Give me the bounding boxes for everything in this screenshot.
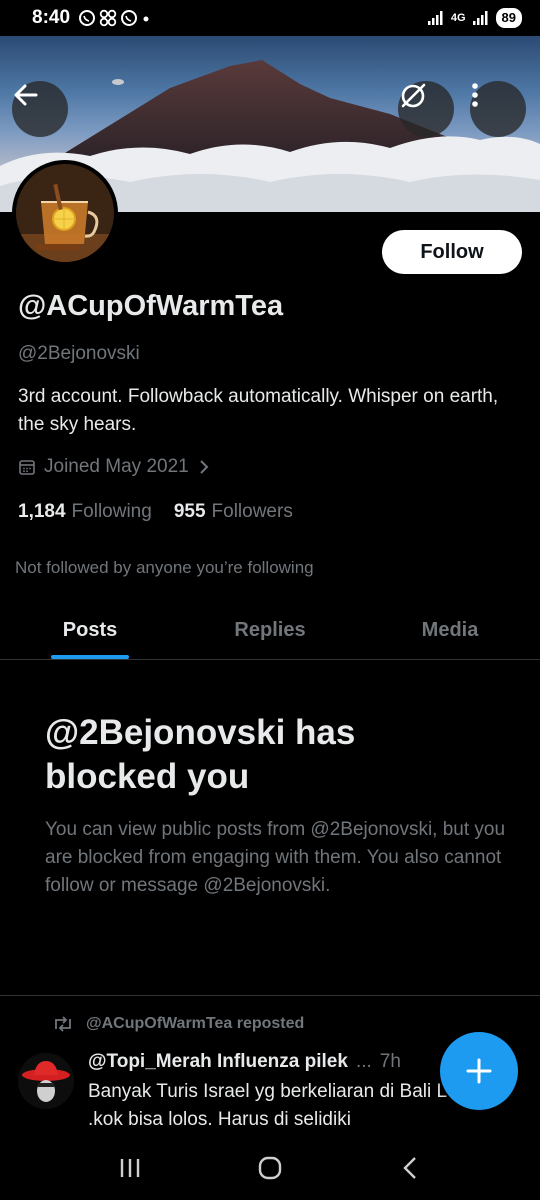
unmute-button[interactable] (398, 81, 454, 137)
joined-date-row[interactable]: Joined May 2021 (18, 456, 211, 478)
status-bar: 8:40 4G 89 (0, 0, 540, 36)
followers-stat[interactable]: 955 Followers (174, 501, 293, 523)
chevron-right-icon (200, 460, 209, 474)
recent-apps-icon (120, 1159, 140, 1177)
recent-apps-button[interactable] (100, 1148, 160, 1188)
display-name: @ACupOfWarmTea (18, 290, 284, 322)
post-header: @Topi_Merah Influenza pilek ... 7h (88, 1051, 401, 1073)
tea-cup-image (16, 164, 114, 262)
profile-tabs: Posts Replies Media (0, 602, 540, 660)
tab-media[interactable]: Media (360, 602, 540, 659)
unmute-icon (401, 83, 426, 108)
back-chevron-icon (403, 1157, 416, 1179)
back-nav-button[interactable] (380, 1148, 440, 1188)
active-tab-indicator (51, 655, 129, 659)
calendar-icon (19, 460, 35, 475)
followers-count: 955 (173, 501, 206, 522)
back-arrow-icon (14, 84, 38, 106)
whatsapp-icon (121, 10, 138, 26)
back-button[interactable] (12, 81, 68, 137)
repost-label: @ACupOfWarmTea reposted (86, 1015, 305, 1032)
whatsapp-icon (79, 10, 96, 26)
network-type: 4G (450, 12, 466, 24)
blocked-title: @2Bejonovski has blocked you (45, 713, 356, 796)
following-label: Following (71, 501, 152, 522)
signal-icon (472, 11, 488, 25)
section-divider (0, 995, 540, 996)
red-hat-image (18, 1053, 74, 1109)
notification-icons (78, 9, 151, 27)
more-options-button[interactable] (470, 81, 526, 137)
status-right: 4G 89 (427, 8, 522, 28)
status-time: 8:40 (32, 7, 71, 28)
tab-posts-label: Posts (62, 619, 118, 641)
following-count: 1,184 (18, 501, 66, 522)
tab-posts[interactable]: Posts (0, 602, 180, 659)
tab-replies[interactable]: Replies (180, 602, 360, 659)
system-nav-bar (0, 1136, 540, 1200)
profile-bio: 3rd account. Followback automatically. W… (18, 386, 499, 435)
post-time: 7h (379, 1051, 401, 1072)
post-ellipsis: ... (355, 1051, 372, 1072)
home-button[interactable] (240, 1148, 300, 1188)
profile-handle: @2Bejonovski (18, 343, 140, 364)
post-author-name[interactable]: @Topi_Merah Influenza pilek (88, 1051, 348, 1073)
not-followed-notice: Not followed by anyone you’re following (15, 558, 314, 577)
tab-media-label: Media (421, 619, 479, 641)
battery-indicator: 89 (495, 8, 522, 28)
compose-post-button[interactable] (440, 1032, 518, 1110)
blocked-description: You can view public posts from @2Bejonov… (45, 819, 506, 896)
signal-icon (427, 11, 443, 25)
following-stat[interactable]: 1,184 Following (18, 501, 152, 523)
more-vertical-icon (472, 83, 478, 107)
repost-indicator: @ACupOfWarmTea reposted (52, 1015, 304, 1033)
dot-icon (143, 16, 149, 22)
pinwheel-icon (99, 9, 117, 27)
plus-icon (466, 1058, 492, 1084)
post-author-avatar[interactable] (18, 1053, 74, 1109)
follow-stats: 1,184 Following 955 Followers (18, 501, 293, 523)
follow-button[interactable]: Follow (382, 230, 522, 274)
joined-text: Joined May 2021 (44, 456, 189, 477)
followers-label: Followers (211, 501, 293, 522)
profile-avatar[interactable] (12, 160, 118, 266)
home-icon (258, 1156, 282, 1180)
repost-icon (55, 1016, 71, 1032)
tab-replies-label: Replies (234, 619, 306, 641)
